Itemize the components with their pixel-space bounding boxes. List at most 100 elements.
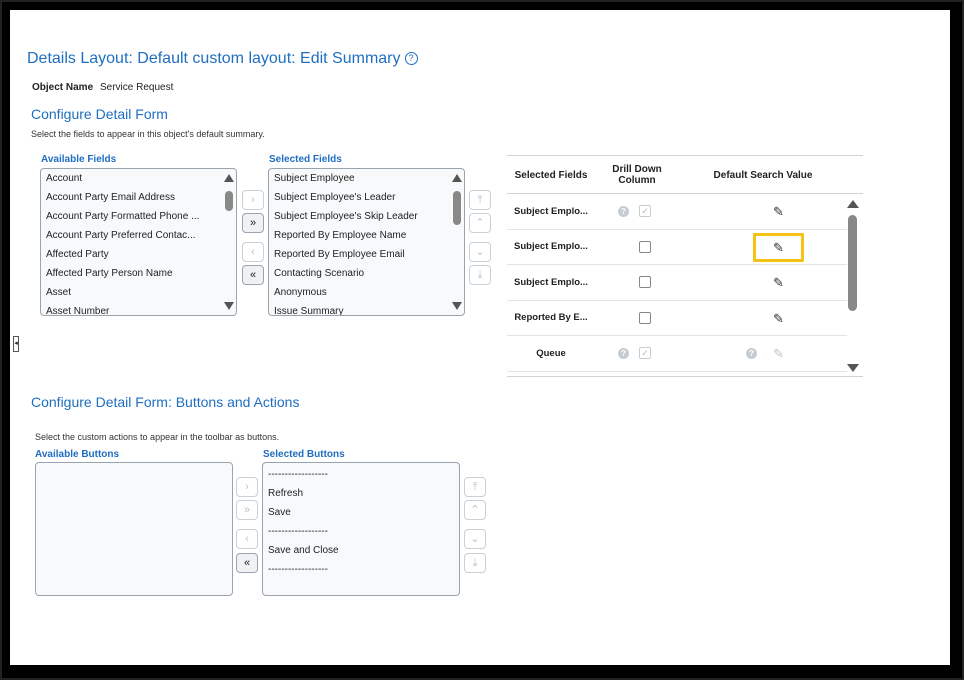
move-left-button[interactable]: ‹ [242, 242, 264, 262]
list-item[interactable]: ------------------ [263, 560, 459, 579]
help-icon: ? [618, 206, 629, 217]
selected-fields-list[interactable]: Subject Employee Subject Employee's Leade… [268, 168, 465, 316]
detail-form-description: Select the fields to appear in this obje… [31, 129, 265, 139]
list-item[interactable]: Save and Close [263, 541, 459, 560]
available-fields-scrollbar[interactable] [224, 171, 234, 313]
list-item[interactable]: Affected Party [41, 245, 236, 264]
edit-pencil-icon[interactable]: ✎ [773, 312, 784, 325]
summary-table: Selected Fields Drill Down Column Defaul… [507, 155, 863, 377]
list-item[interactable]: ------------------ [263, 465, 459, 484]
list-item[interactable]: Account Party Preferred Contac... [41, 226, 236, 245]
buttons-actions-description: Select the custom actions to appear in t… [35, 432, 280, 442]
selected-fields-scrollbar[interactable] [452, 171, 462, 313]
move-right-button[interactable]: › [236, 477, 258, 497]
selected-buttons-label: Selected Buttons [263, 449, 345, 460]
selected-fields-items: Subject Employee Subject Employee's Leade… [269, 169, 464, 315]
table-row: Queue? ✓? ✎ [507, 336, 847, 372]
move-all-right-button[interactable]: » [236, 500, 258, 520]
scroll-thumb[interactable] [453, 191, 461, 225]
move-left-button[interactable]: ‹ [236, 529, 258, 549]
row-field-name: Subject Emplo... [514, 205, 588, 217]
move-to-top-button[interactable]: ⤒ [464, 477, 486, 497]
list-item[interactable]: Issue Summary [269, 302, 464, 315]
move-all-left-button[interactable]: « [236, 553, 258, 573]
buttons-actions-title: Configure Detail Form: Buttons and Actio… [31, 394, 300, 410]
list-item[interactable]: Asset Number [41, 302, 236, 315]
list-item[interactable]: Contacting Scenario [269, 264, 464, 283]
page-title: Details Layout: Default custom layout: E… [27, 50, 418, 68]
list-item[interactable]: Affected Party Person Name [41, 264, 236, 283]
header-selected-fields: Selected Fields [514, 169, 588, 181]
table-row: Subject Emplo... ✎ [507, 230, 847, 265]
help-icon[interactable]: ? [404, 52, 418, 65]
list-item[interactable]: Anonymous [269, 283, 464, 302]
drill-down-checkbox[interactable] [639, 311, 651, 324]
edit-pencil-icon[interactable]: ✎ [773, 205, 784, 218]
scroll-up-icon[interactable] [452, 174, 462, 182]
table-row: Reported By E... ✎ [507, 301, 847, 336]
row-field-name: Subject Emplo... [514, 276, 588, 288]
list-item[interactable]: Account Party Email Address [41, 188, 236, 207]
move-all-left-button[interactable]: « [242, 265, 264, 285]
row-field-name: Subject Emplo... [514, 241, 588, 253]
row-field-name: Reported By E... [514, 312, 588, 324]
selected-buttons-items: ------------------ Refresh Save -----------… [263, 465, 459, 579]
page: Details Layout: Default custom layout: E… [10, 10, 950, 665]
list-item[interactable]: Refresh [263, 484, 459, 503]
object-name-value: Service Request [100, 82, 174, 93]
drill-down-checkbox: ✓ [639, 347, 651, 359]
selected-fields-label: Selected Fields [269, 154, 342, 165]
list-item[interactable]: Subject Employee's Skip Leader [269, 207, 464, 226]
move-to-bottom-button[interactable]: ⤓ [464, 553, 486, 573]
page-title-text: Details Layout: Default custom layout: E… [27, 50, 401, 67]
scroll-up-icon[interactable] [224, 174, 234, 182]
table-scrollbar[interactable] [846, 194, 860, 376]
list-item[interactable]: Asset [41, 283, 236, 302]
list-item[interactable]: Reported By Employee Name [269, 226, 464, 245]
scroll-down-icon[interactable] [452, 302, 462, 310]
move-up-button[interactable]: ⌃ [464, 500, 486, 520]
available-buttons-list[interactable] [35, 462, 233, 596]
move-all-right-button[interactable]: » [242, 213, 264, 233]
list-item[interactable]: Subject Employee's Leader [269, 188, 464, 207]
row-field-name: Queue [536, 347, 566, 359]
selected-buttons-list[interactable]: ------------------ Refresh Save -----------… [262, 462, 460, 596]
help-icon: ? [618, 348, 629, 359]
move-to-top-button[interactable]: ⤒ [469, 190, 491, 210]
table-row: Subject Emplo... ✎ [507, 265, 847, 301]
available-fields-items: Account Account Party Email Address Accoun… [41, 169, 236, 315]
available-buttons-label: Available Buttons [35, 449, 120, 460]
list-item[interactable]: Save [263, 503, 459, 522]
drill-down-checkbox[interactable] [639, 276, 651, 288]
header-default-search-value: Default Search Value [713, 169, 813, 181]
detail-form-title: Configure Detail Form [31, 106, 168, 122]
scroll-up-icon[interactable] [847, 200, 859, 208]
scroll-down-icon[interactable] [847, 364, 859, 372]
drill-down-checkbox[interactable] [639, 240, 651, 253]
edit-pencil-icon: ✎ [773, 346, 784, 361]
available-fields-list[interactable]: Account Account Party Email Address Accoun… [40, 168, 237, 316]
move-down-button[interactable]: ⌄ [469, 242, 491, 262]
list-item[interactable]: Subject Employee [269, 169, 464, 188]
list-item[interactable]: Account [41, 169, 236, 188]
move-down-button[interactable]: ⌄ [464, 529, 486, 549]
move-right-button[interactable]: › [242, 190, 264, 210]
list-item[interactable]: ------------------ [263, 522, 459, 541]
move-to-bottom-button[interactable]: ⤓ [469, 265, 491, 285]
drill-down-checkbox: ✓ [639, 205, 651, 217]
scroll-thumb[interactable] [848, 215, 857, 311]
object-name-label: Object Name [32, 82, 94, 93]
move-up-button[interactable]: ⌃ [469, 213, 491, 233]
header-drill-down-column: Drill Down Column [612, 164, 662, 186]
list-item[interactable]: Account Party Formatted Phone ... [41, 207, 236, 226]
window-frame: Details Layout: Default custom layout: E… [0, 0, 964, 680]
edit-pencil-icon[interactable]: ✎ [773, 276, 784, 289]
available-fields-label: Available Fields [41, 154, 117, 165]
scroll-down-icon[interactable] [224, 302, 234, 310]
scroll-thumb[interactable] [225, 191, 233, 211]
list-item[interactable]: Reported By Employee Email [269, 245, 464, 264]
help-icon: ? [746, 348, 757, 359]
collapse-panel-handle[interactable]: ◂ [13, 336, 19, 352]
highlight-box [753, 232, 804, 262]
table-row: Subject Emplo...? ✓ ✎ [507, 194, 847, 230]
